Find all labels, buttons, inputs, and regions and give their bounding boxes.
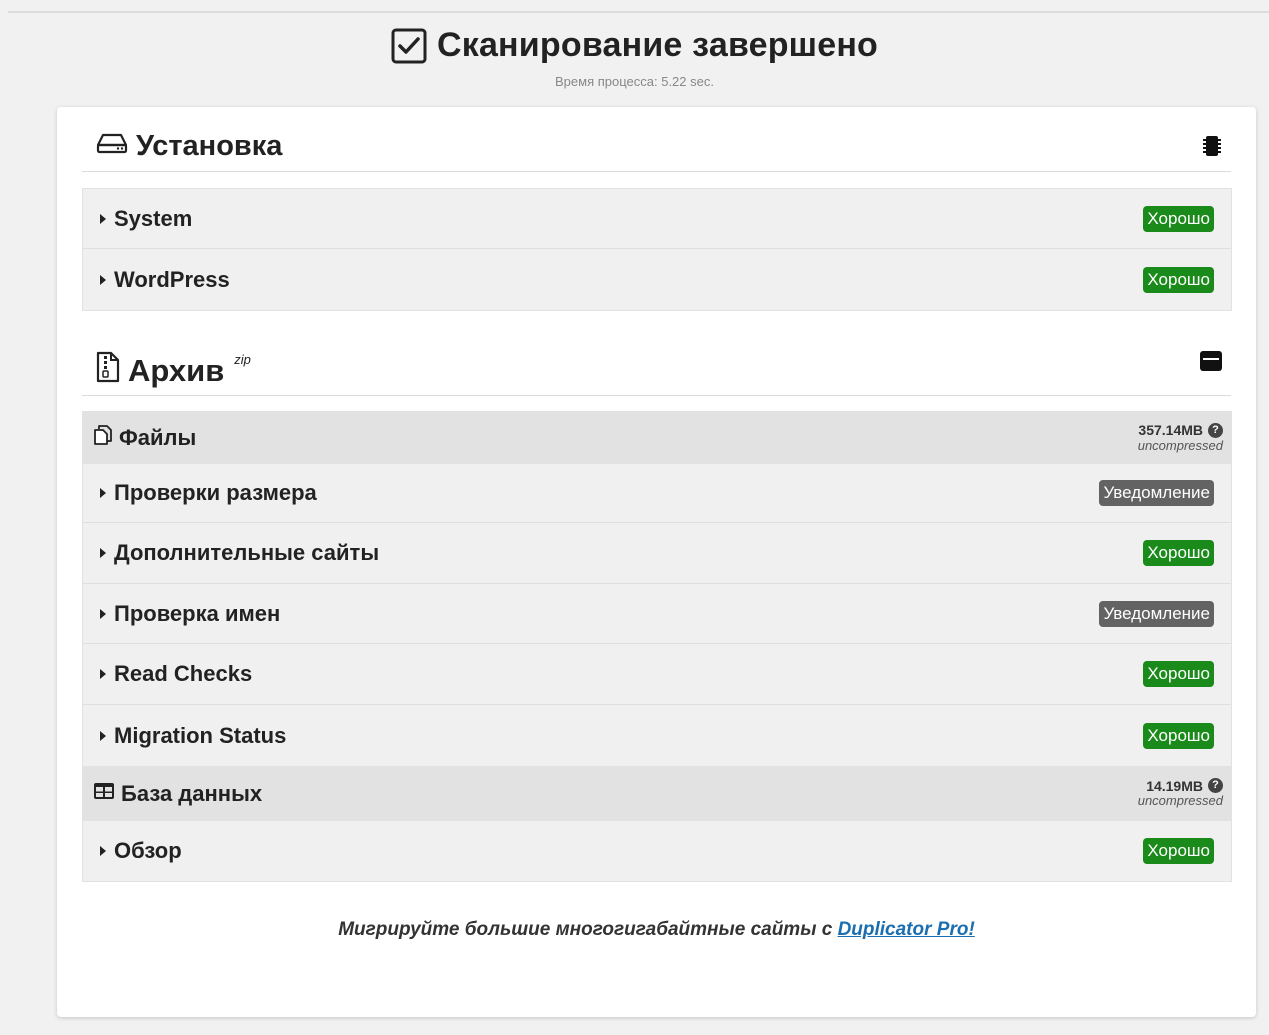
status-badge: Уведомление bbox=[1099, 600, 1214, 627]
table-icon bbox=[93, 781, 115, 807]
status-badge: Уведомление bbox=[1099, 480, 1214, 506]
check-row-addon-sites[interactable]: Дополнительные сайты Хорошо bbox=[83, 523, 1231, 584]
check-label: Дополнительные сайты bbox=[114, 540, 380, 565]
caret-right-icon bbox=[100, 488, 106, 498]
duplicator-pro-link[interactable]: Duplicator Pro! bbox=[838, 919, 975, 940]
check-row-wordpress[interactable]: WordPress Хорошо bbox=[83, 249, 1231, 310]
caret-right-icon bbox=[100, 669, 106, 679]
status-badge: Хорошо bbox=[1143, 661, 1214, 687]
install-title-text: Установка bbox=[136, 130, 283, 162]
status-badge: Хорошо bbox=[1143, 540, 1214, 566]
files-size: 357.14MB? uncompressed bbox=[1137, 422, 1223, 454]
page-title-text: Сканирование завершено bbox=[436, 26, 879, 64]
hdd-icon bbox=[96, 130, 128, 163]
caret-right-icon bbox=[100, 274, 106, 285]
check-row-overview[interactable]: Обзор Хорошо bbox=[83, 821, 1231, 881]
database-size-note: uncompressed bbox=[1137, 793, 1223, 808]
files-size-value: 357.14MB bbox=[1138, 422, 1203, 438]
caret-right-icon bbox=[100, 608, 106, 619]
status-badge: Хорошо bbox=[1143, 838, 1214, 864]
check-row-name-checks[interactable]: Проверка имен Уведомление bbox=[83, 584, 1231, 644]
check-label: WordPress bbox=[114, 266, 230, 292]
question-circle-icon[interactable]: ? bbox=[1208, 422, 1223, 438]
install-section-header: Установка bbox=[82, 122, 1231, 172]
database-category-header: База данных 14.19MB? uncompressed bbox=[83, 766, 1231, 821]
caret-right-icon bbox=[100, 730, 106, 741]
check-label: Read Checks bbox=[114, 661, 253, 686]
archive-box-icon bbox=[1199, 350, 1223, 377]
microchip-icon bbox=[1201, 134, 1223, 163]
check-row-size-checks[interactable]: Проверки размера Уведомление bbox=[83, 464, 1231, 523]
check-label: Проверки размера bbox=[114, 480, 317, 505]
archive-section-header: Архив zip bbox=[82, 339, 1231, 396]
check-label: Migration Status bbox=[114, 722, 287, 748]
status-badge: Хорошо bbox=[1143, 205, 1214, 232]
copy-files-icon bbox=[93, 424, 113, 452]
check-label: System bbox=[114, 205, 193, 231]
promo-text: Мигрируйте большие многогигабайтные сайт… bbox=[57, 919, 1256, 941]
database-size-value: 14.19MB bbox=[1146, 777, 1203, 794]
files-category-header: Файлы 357.14MB? uncompressed bbox=[83, 412, 1231, 464]
top-divider bbox=[8, 11, 1269, 13]
caret-right-icon bbox=[100, 548, 106, 558]
process-time: Время процесса: 5.22 sec. bbox=[555, 74, 714, 89]
archive-format: zip bbox=[234, 351, 251, 367]
checkbox-checked-icon bbox=[391, 28, 427, 64]
promo-message: Мигрируйте большие многогигабайтные сайт… bbox=[338, 919, 838, 940]
archive-section-title: Архив zip bbox=[96, 351, 251, 391]
file-archive-icon bbox=[96, 351, 120, 391]
files-category-title: Файлы bbox=[119, 425, 197, 450]
status-badge: Хорошо bbox=[1143, 266, 1214, 293]
archive-title-text: Архив bbox=[128, 353, 225, 388]
caret-right-icon bbox=[100, 846, 106, 856]
check-label: Обзор bbox=[114, 838, 182, 863]
database-size: 14.19MB? uncompressed bbox=[1138, 778, 1223, 809]
check-row-read-checks[interactable]: Read Checks Хорошо bbox=[83, 644, 1231, 705]
scan-header: Сканирование завершено Время процесса: 5… bbox=[0, 26, 1269, 89]
check-label: Проверка имен bbox=[114, 600, 281, 626]
archive-checks: Файлы 357.14MB? uncompressed Проверки ра… bbox=[82, 411, 1232, 882]
files-size-note: uncompressed bbox=[1137, 437, 1223, 453]
caret-right-icon bbox=[100, 213, 106, 224]
scan-results-panel: Установка System Хорошо WordPress Хорошо bbox=[57, 107, 1256, 1017]
install-checks: System Хорошо WordPress Хорошо bbox=[82, 188, 1232, 311]
database-category-title: База данных bbox=[121, 780, 263, 806]
question-circle-icon[interactable]: ? bbox=[1208, 778, 1223, 793]
page-title: Сканирование завершено bbox=[391, 26, 878, 65]
status-badge: Хорошо bbox=[1143, 722, 1214, 749]
install-section-title: Установка bbox=[96, 130, 282, 163]
check-row-system[interactable]: System Хорошо bbox=[83, 189, 1231, 249]
check-row-migration-status[interactable]: Migration Status Хорошо bbox=[83, 705, 1231, 766]
